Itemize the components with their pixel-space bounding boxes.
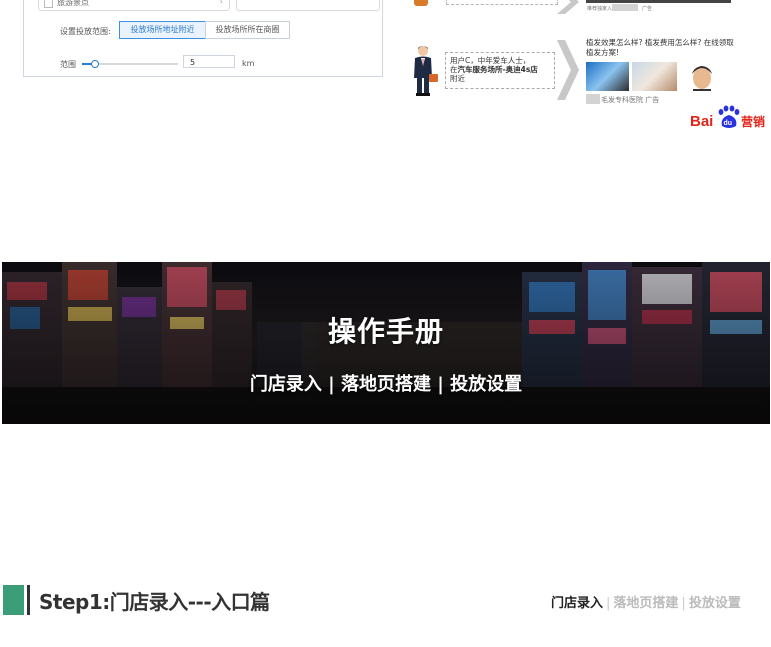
chevron-right-icon: › (219, 0, 223, 6)
step-accent-bar (3, 585, 24, 615)
ad-top-caption: 推荐独家入 (587, 6, 613, 12)
range-value-input[interactable]: 5 (183, 55, 235, 68)
user-bubble-prefix: 在 (450, 65, 458, 74)
section-breadcrumb: 门店录入 | 落地页搭建 | 投放设置 (551, 592, 741, 611)
ad-image-1 (586, 62, 629, 91)
user-bubble-line3: 附近 (450, 74, 465, 83)
chevron-arrow-icon (557, 0, 579, 14)
breadcrumb-current[interactable]: 门店录入 (551, 596, 603, 611)
step-divider (27, 585, 30, 615)
ad-footer: 毛发专科医院 广告 (601, 96, 660, 104)
breadcrumb-landing-page[interactable]: 落地页搭建 (613, 596, 678, 611)
ad-image-3 (683, 62, 721, 91)
ad-footer-gray-block (586, 94, 600, 104)
breadcrumb-separator-2: | (681, 596, 686, 611)
chevron-arrow-icon-2 (557, 40, 579, 100)
ad-top-gray-block (612, 4, 638, 11)
range-option-address-nearby[interactable]: 投放场所地址附近 (119, 21, 206, 39)
range-setting-label: 设置投放范围: (60, 27, 111, 36)
baidu-marketing-logo: Bai du 营销 (690, 105, 765, 130)
category-option-label: 旅游景点 (57, 0, 89, 7)
ad-image-strip (586, 0, 731, 3)
range-option-business-district[interactable]: 投放场所所在商圈 (205, 21, 290, 39)
user-bubble-line2: 在汽车服务场所-奥迪4s店 (450, 65, 550, 74)
range-unit-label: km (242, 59, 255, 68)
banner-subtitle: 门店录入 | 落地页搭建 | 投放设置 (249, 374, 523, 395)
banner-title: 操作手册 (327, 315, 444, 348)
svg-text:du: du (724, 120, 733, 127)
range-slider-handle[interactable] (91, 60, 99, 68)
step-title: Step1:门店录入---入口篇 (39, 590, 270, 614)
ad-top-caption-2: 广告 (642, 6, 653, 12)
category-select[interactable]: 旅游景点 › (38, 0, 230, 11)
user-bubble-line1: 用户C，中年爱车人士， (450, 56, 531, 65)
breadcrumb-separator: | (606, 596, 611, 611)
user-bubble-top (446, 0, 558, 5)
secondary-select[interactable] (236, 0, 380, 11)
businessman-icon (414, 46, 438, 96)
user-bubble-location: 汽车服务场所-奥迪4s店 (457, 65, 538, 74)
svg-text:Bai: Bai (690, 113, 713, 130)
ad-image-2 (632, 62, 677, 91)
svg-text:营销: 营销 (741, 114, 765, 129)
manual-banner: 操作手册 门店录入 | 落地页搭建 | 投放设置 (2, 262, 770, 424)
breadcrumb-delivery-settings[interactable]: 投放设置 (689, 596, 741, 611)
user-profile-bubble: 用户C，中年爱车人士， 在汽车服务场所-奥迪4s店 附近 (445, 52, 555, 89)
ad-title: 植发效果怎么样? 植发费用怎么样? 在线领取植发方案! (586, 38, 734, 57)
range-label: 范围 (60, 60, 76, 69)
person-figure-icon (414, 0, 428, 6)
category-checkbox[interactable] (44, 0, 53, 8)
